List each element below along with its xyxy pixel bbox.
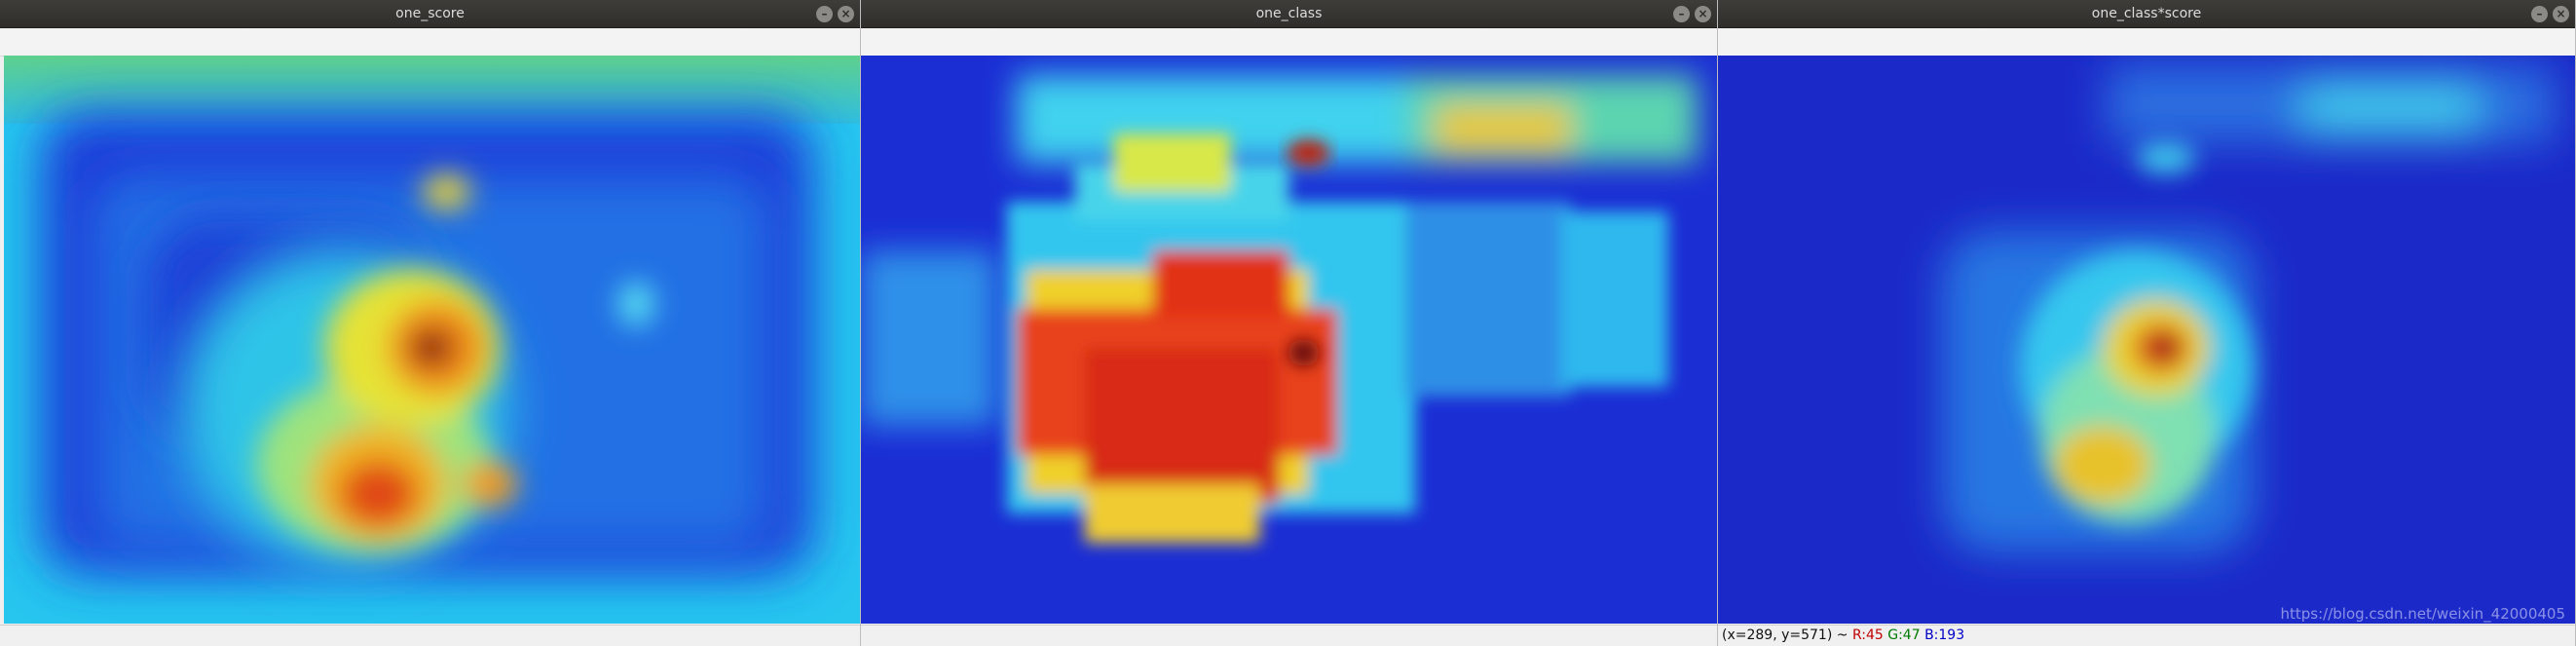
- window-title: one_score: [395, 6, 465, 21]
- pixel-g-value: G:47: [1887, 627, 1921, 643]
- image-canvas[interactable]: [1718, 56, 2575, 624]
- toolbar: [861, 28, 1717, 57]
- image-canvas[interactable]: [861, 56, 1717, 624]
- toolbar: [1718, 28, 2575, 57]
- window-one-score[interactable]: one_score – ×: [0, 0, 861, 646]
- desktop: one_score – × one_class – × one_class*sc…: [0, 0, 2576, 646]
- statusbar: [0, 625, 860, 646]
- statusbar: (x=289, y=571) ~ R:45 G:47 B:193: [1718, 625, 2575, 646]
- close-icon[interactable]: ×: [2553, 6, 2569, 22]
- window-one-class-score[interactable]: one_class*score – × (x=289, y=571) ~ R:4…: [1718, 0, 2576, 646]
- window-controls: – ×: [1673, 6, 1711, 22]
- heatmap-image: [861, 56, 1717, 624]
- window-title: one_class: [1255, 6, 1323, 21]
- toolbar: [0, 28, 860, 57]
- minimize-icon[interactable]: –: [2531, 6, 2548, 22]
- window-controls: – ×: [2531, 6, 2569, 22]
- heatmap-image: [1718, 56, 2575, 624]
- titlebar[interactable]: one_class*score – ×: [1718, 0, 2575, 28]
- statusbar: [861, 625, 1717, 646]
- titlebar[interactable]: one_score – ×: [0, 0, 860, 28]
- minimize-icon[interactable]: –: [1673, 6, 1690, 22]
- window-one-class[interactable]: one_class – ×: [861, 0, 1718, 646]
- heatmap-image: [4, 56, 860, 624]
- cursor-coords: (x=289, y=571) ~: [1722, 627, 1848, 643]
- image-canvas[interactable]: [4, 56, 860, 624]
- watermark: https://blog.csdn.net/weixin_42000405: [2280, 605, 2565, 623]
- window-title: one_class*score: [2091, 6, 2202, 21]
- titlebar[interactable]: one_class – ×: [861, 0, 1717, 28]
- window-controls: – ×: [816, 6, 854, 22]
- minimize-icon[interactable]: –: [816, 6, 833, 22]
- pixel-b-value: B:193: [1924, 627, 1965, 643]
- pixel-r-value: R:45: [1851, 627, 1884, 643]
- close-icon[interactable]: ×: [1695, 6, 1711, 22]
- close-icon[interactable]: ×: [838, 6, 854, 22]
